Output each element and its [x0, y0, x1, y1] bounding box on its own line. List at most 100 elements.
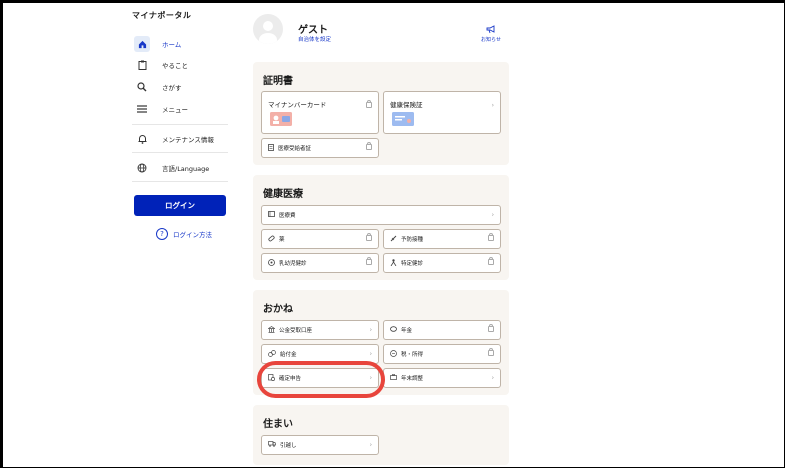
- card-label: マイナンバーカード: [268, 101, 327, 109]
- card-health-insurance[interactable]: 健康保険証 ›: [383, 91, 501, 134]
- home-icon: [134, 36, 150, 52]
- avatar[interactable]: [253, 14, 283, 44]
- card-label: 確定申告: [279, 376, 302, 382]
- card-label: 公金受取口座: [279, 328, 313, 334]
- notice-button[interactable]: お知らせ: [477, 25, 505, 43]
- lock-icon: [366, 100, 372, 110]
- app: マイナポータル ホーム やること さがす メニュー メンテナンス情報 言語/La…: [0, 0, 785, 468]
- chevron-right-icon: ›: [491, 211, 494, 219]
- card-label: 薬: [279, 237, 285, 243]
- card-vaccination[interactable]: 予防接種: [383, 229, 501, 249]
- sidebar-item-maintenance[interactable]: メンテナンス情報: [132, 130, 226, 148]
- set-municipality-link[interactable]: 自治体を設定: [298, 35, 331, 43]
- section-title: 証明書: [263, 76, 293, 87]
- help-icon: ?: [156, 228, 168, 240]
- lock-icon: [488, 324, 494, 334]
- section-health: 健康医療 医療費 › 薬 予防接種 乳幼児健診 特定健診: [253, 175, 509, 280]
- card-pension[interactable]: 年金: [383, 320, 501, 340]
- wallet-icon: [268, 211, 275, 219]
- card-medical-recipient[interactable]: 医療受給者証: [261, 138, 379, 158]
- notice-label: お知らせ: [481, 37, 501, 43]
- sidebar-item-language[interactable]: 言語/Language: [132, 159, 226, 177]
- chevron-right-icon: ›: [491, 102, 494, 109]
- search-icon: [134, 79, 150, 95]
- megaphone-icon: [486, 25, 496, 36]
- chevron-right-icon: ›: [369, 350, 372, 358]
- briefcase-icon: [390, 374, 397, 382]
- sidebar-divider: [132, 124, 228, 125]
- card-label: 引越し: [280, 443, 297, 449]
- section-housing: 住まい 引越し ›: [253, 405, 509, 465]
- pill-icon: [268, 235, 275, 244]
- sidebar-item-label: メンテナンス情報: [162, 136, 214, 144]
- card-public-account[interactable]: 公金受取口座 ›: [261, 320, 379, 340]
- section-title: おかね: [263, 304, 293, 315]
- chevron-right-icon: ›: [369, 374, 372, 382]
- card-label: 給付金: [280, 352, 297, 358]
- card-label: 健康保険証: [390, 101, 423, 109]
- card-infant-checkup[interactable]: 乳幼児健診: [261, 253, 379, 273]
- lock-icon: [366, 257, 372, 267]
- card-medicine[interactable]: 薬: [261, 229, 379, 249]
- bell-icon: [134, 131, 150, 147]
- lock-icon: [488, 233, 494, 243]
- person-icon: [390, 258, 397, 268]
- sidebar-item-label: やること: [162, 62, 188, 70]
- sidebar-item-label: 言語/Language: [162, 165, 210, 173]
- sidebar-item-label: さがす: [162, 84, 182, 92]
- chevron-right-icon: ›: [491, 374, 494, 382]
- coins-icon: [268, 349, 276, 359]
- sidebar-item-label: ホーム: [162, 41, 182, 49]
- sidebar-item-label: メニュー: [162, 106, 188, 114]
- card-moving[interactable]: 引越し ›: [261, 435, 379, 455]
- sidebar-item-search[interactable]: さがす: [132, 78, 226, 96]
- piggy-bank-icon: [390, 326, 397, 334]
- lock-icon: [366, 142, 372, 152]
- card-tax-income[interactable]: 税・所得: [383, 344, 501, 364]
- section-title: 住まい: [263, 419, 293, 430]
- globe-icon: [134, 160, 150, 176]
- login-help-label: ログイン方法: [173, 231, 212, 239]
- lock-icon: [488, 348, 494, 358]
- card-label: 医療費: [279, 213, 296, 219]
- login-button[interactable]: ログイン: [134, 195, 226, 216]
- id-card-icon: [270, 112, 292, 128]
- user-name: ゲスト: [298, 25, 328, 36]
- card-label: 年末調整: [401, 376, 424, 382]
- sidebar-item-todo[interactable]: やること: [132, 56, 226, 74]
- card-tax-return[interactable]: 確定申告 ›: [261, 368, 379, 388]
- section-certificates: 証明書 マイナンバーカード 健康保険証 › 医療受給者証: [253, 62, 509, 165]
- sidebar-item-menu[interactable]: メニュー: [132, 100, 226, 118]
- yen-icon: [390, 349, 397, 359]
- bank-icon: [267, 325, 276, 335]
- card-label: 医療受給者証: [278, 146, 312, 152]
- truck-icon: [268, 441, 276, 449]
- chevron-right-icon: ›: [369, 441, 372, 449]
- card-label: 乳幼児健診: [279, 261, 307, 267]
- baby-icon: [268, 258, 275, 268]
- section-title: 健康医療: [263, 189, 303, 200]
- tax-return-icon: [268, 373, 275, 383]
- clipboard-icon: [134, 57, 150, 73]
- login-help-link[interactable]: ? ログイン方法: [156, 228, 212, 240]
- card-benefits[interactable]: 給付金 ›: [261, 344, 379, 364]
- card-year-end-adjustment[interactable]: 年末調整 ›: [383, 368, 501, 388]
- insurance-card-icon: [392, 112, 414, 128]
- card-label: 税・所得: [401, 352, 424, 358]
- card-specific-checkup[interactable]: 特定健診: [383, 253, 501, 273]
- card-label: 予防接種: [401, 237, 424, 243]
- lock-icon: [488, 257, 494, 267]
- card-label: 年金: [401, 328, 413, 334]
- sidebar-item-home[interactable]: ホーム: [132, 35, 226, 53]
- app-title[interactable]: マイナポータル: [132, 10, 191, 21]
- card-label: 特定健診: [401, 261, 424, 267]
- section-money: おかね 公金受取口座 › 年金 給付金 › 税・所得 確定申告 › 年末調整 ›: [253, 290, 509, 395]
- document-icon: [268, 143, 274, 153]
- card-medical-expenses[interactable]: 医療費 ›: [261, 205, 501, 225]
- sidebar-divider: [132, 152, 228, 153]
- card-my-number-card[interactable]: マイナンバーカード: [261, 91, 379, 134]
- menu-icon: [134, 101, 150, 117]
- chevron-right-icon: ›: [369, 326, 372, 334]
- lock-icon: [366, 233, 372, 243]
- syringe-icon: [390, 235, 397, 244]
